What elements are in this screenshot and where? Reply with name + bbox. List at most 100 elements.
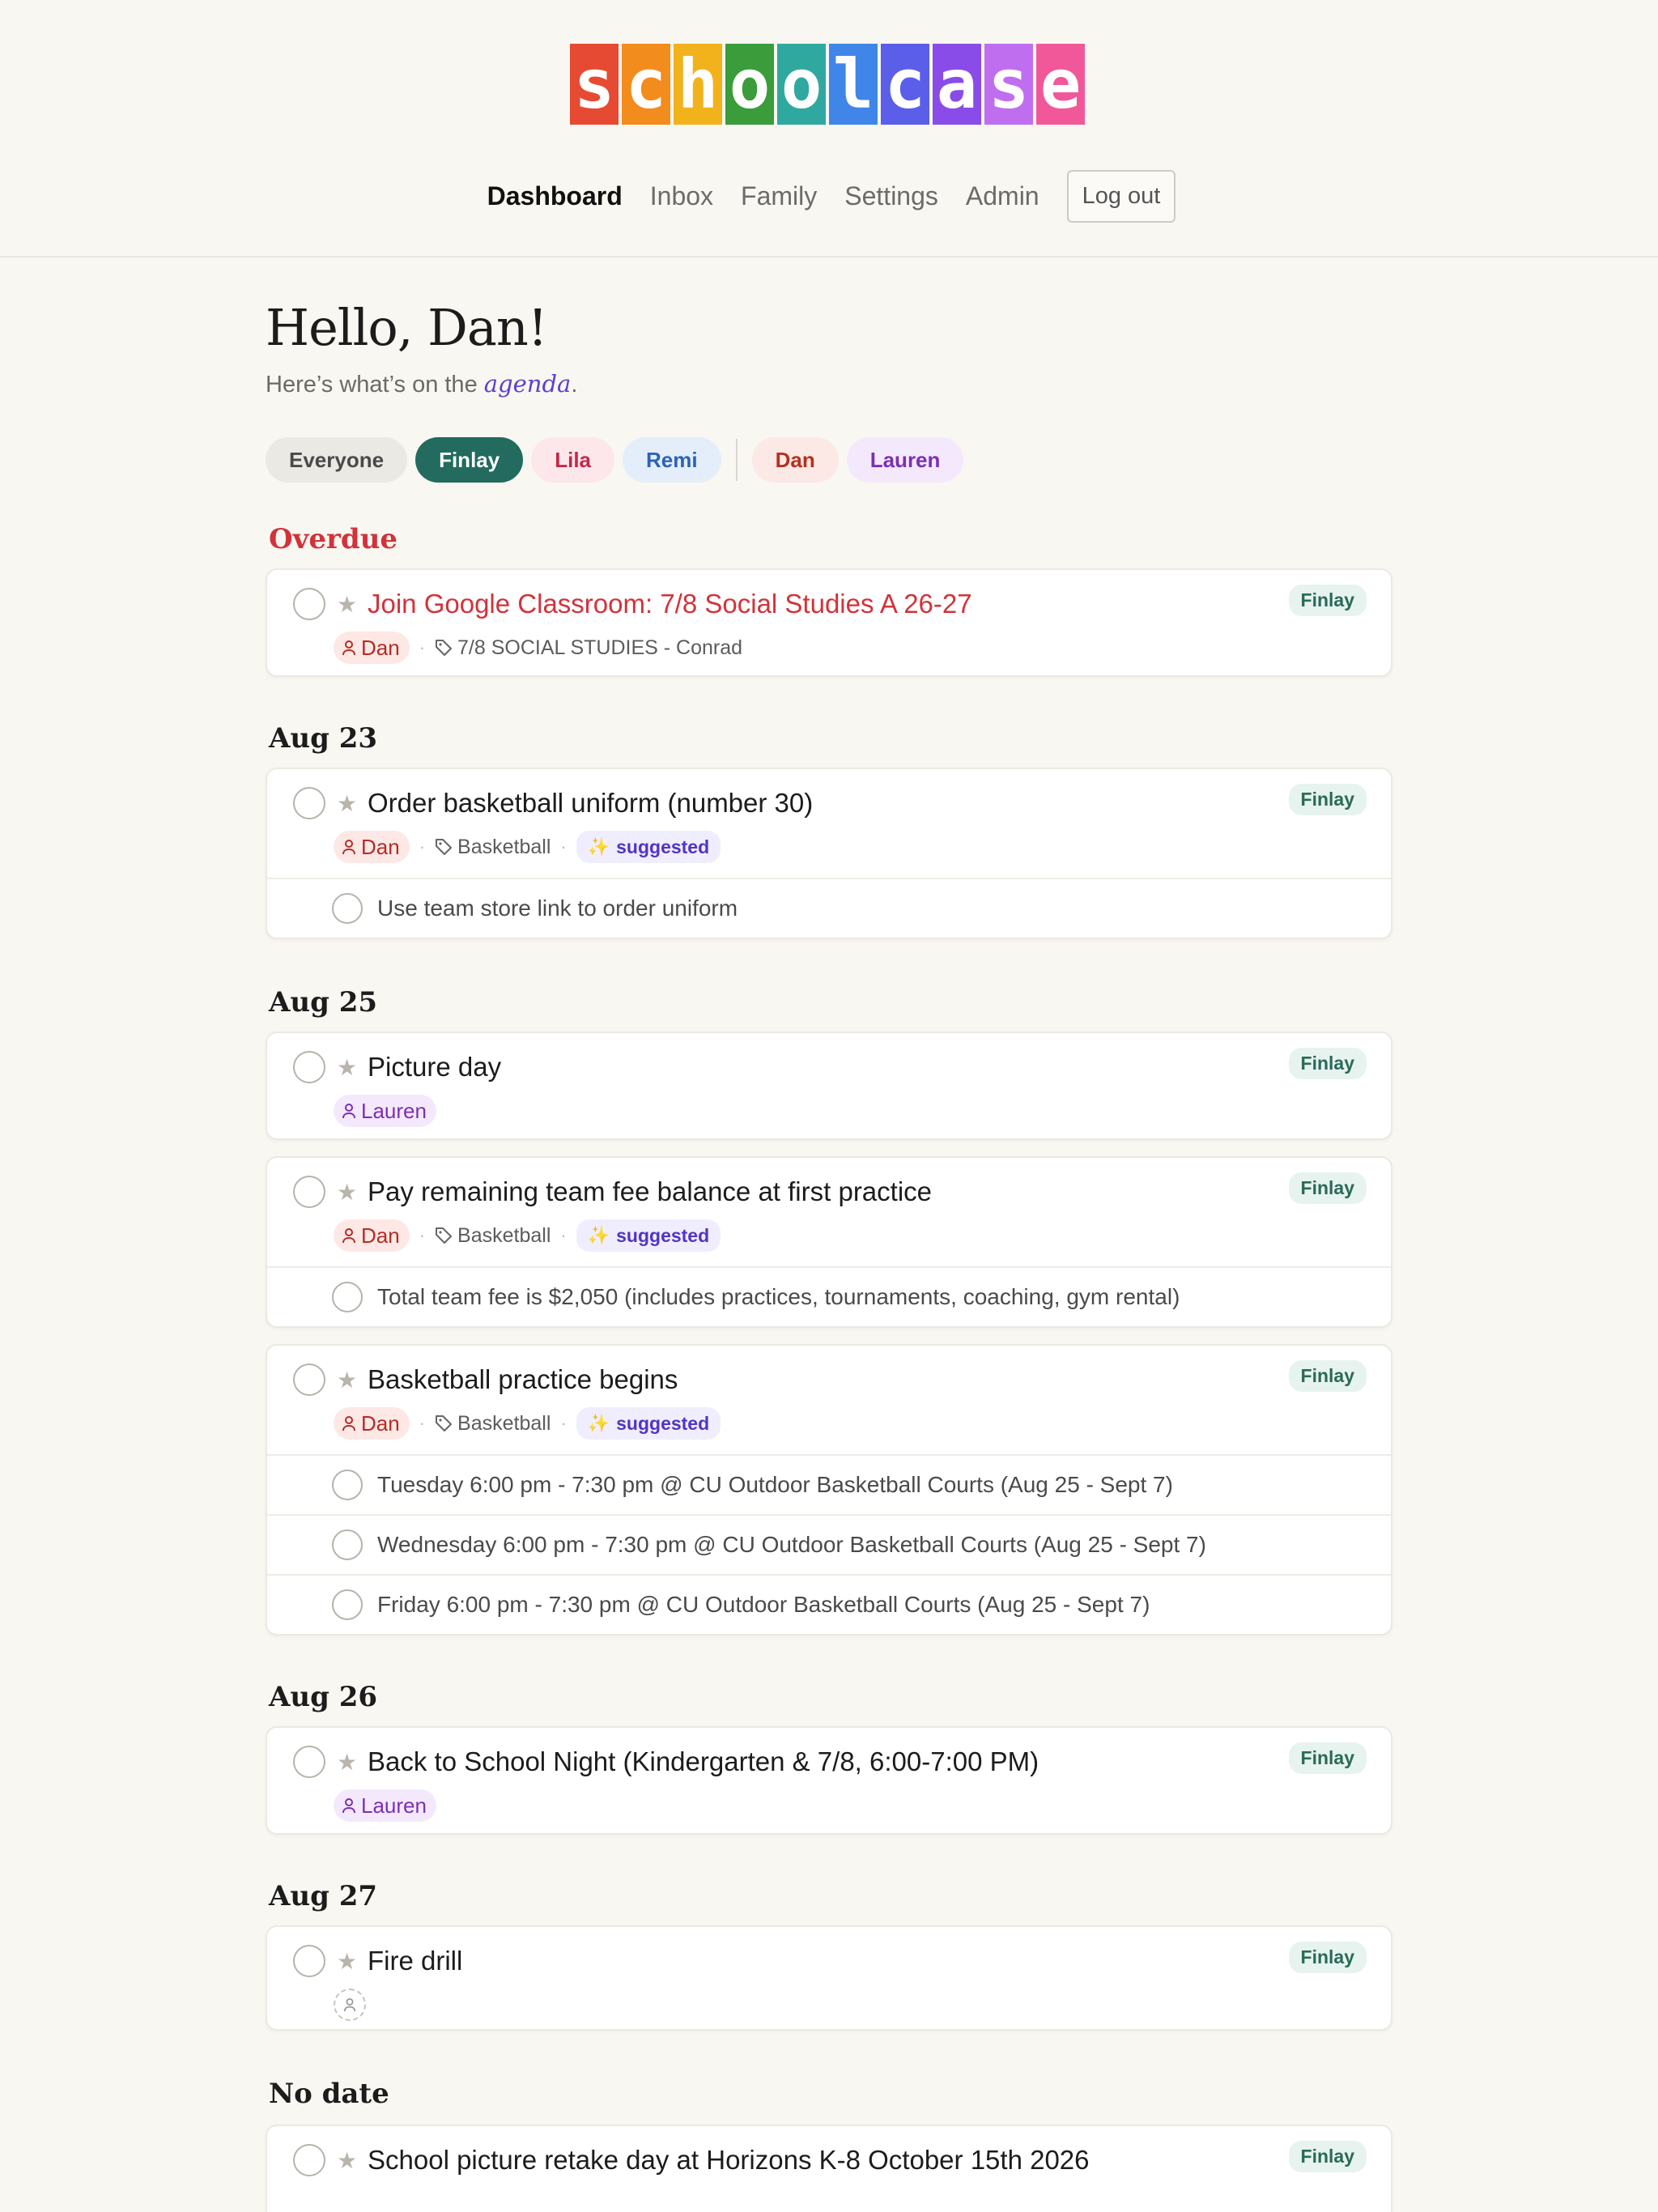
kid-badge: Finlay	[1288, 1172, 1367, 1204]
subtask-text[interactable]: Tuesday 6:00 pm - 7:30 pm @ CU Outdoor B…	[377, 1472, 1173, 1498]
subtask-checkbox[interactable]	[332, 1589, 363, 1620]
task-row: ★ Order basketball uniform (number 30)	[267, 784, 1391, 823]
meta-separator: ·	[419, 1413, 426, 1433]
subtask-checkbox[interactable]	[332, 1470, 363, 1500]
star-icon[interactable]: ★	[337, 591, 358, 618]
assignee-chip[interactable]: Lauren	[334, 1789, 436, 1822]
task-meta	[334, 1987, 1391, 2023]
task-title[interactable]: Back to School Night (Kindergarten & 7/8…	[368, 1746, 1039, 1777]
complete-checkbox[interactable]	[293, 1746, 325, 1778]
star-icon[interactable]: ★	[337, 1367, 358, 1393]
task-title[interactable]: Fire drill	[368, 1946, 462, 1976]
subtask-text[interactable]: Use team store link to order uniform	[377, 895, 738, 921]
star-icon[interactable]: ★	[337, 1179, 358, 1206]
complete-checkbox[interactable]	[293, 787, 325, 819]
nav-family[interactable]: Family	[741, 181, 817, 211]
suggested-label: suggested	[616, 1412, 710, 1434]
task-meta: Dan · Basketball · ✨ suggested	[334, 1406, 1391, 1441]
complete-checkbox[interactable]	[293, 1051, 325, 1083]
kid-badge: Finlay	[1288, 1048, 1367, 1079]
section-overdue: Overdue	[269, 523, 398, 555]
star-icon[interactable]: ★	[337, 790, 358, 817]
assignee-chip[interactable]: Dan	[334, 831, 410, 863]
subtask-checkbox[interactable]	[332, 1529, 363, 1560]
subtask-text[interactable]: Wednesday 6:00 pm - 7:30 pm @ CU Outdoor…	[377, 1532, 1206, 1558]
person-icon	[342, 840, 355, 855]
subtask-text[interactable]: Friday 6:00 pm - 7:30 pm @ CU Outdoor Ba…	[377, 1592, 1150, 1618]
task-card: ★ Order basketball uniform (number 30) F…	[266, 768, 1392, 939]
subtask-checkbox[interactable]	[332, 893, 363, 924]
filter-lauren[interactable]: Lauren	[846, 437, 964, 483]
kid-badge: Finlay	[1288, 784, 1367, 815]
assignee-name: Dan	[361, 1410, 400, 1436]
category-tag[interactable]: 7/8 SOCIAL STUDIES - Conrad	[435, 636, 742, 660]
task-row: ★ School picture retake day at Horizons …	[267, 2141, 1391, 2180]
logo-letter-tile: h	[674, 44, 722, 125]
person-icon	[343, 1998, 356, 2012]
complete-checkbox[interactable]	[293, 2144, 325, 2176]
category-tag[interactable]: Basketball	[435, 1412, 551, 1436]
greeting-subline: Here’s what’s on the agenda.	[266, 370, 1392, 398]
subtask-item: Tuesday 6:00 pm - 7:30 pm @ CU Outdoor B…	[267, 1454, 1391, 1514]
complete-checkbox[interactable]	[293, 1176, 325, 1208]
section-aug-25: Aug 25	[269, 986, 378, 1019]
assignee-name: Dan	[361, 1223, 400, 1248]
star-icon[interactable]: ★	[337, 1948, 358, 1975]
star-icon[interactable]: ★	[337, 1749, 358, 1776]
meta-separator: ·	[560, 836, 567, 857]
kid-badge: Finlay	[1288, 1742, 1367, 1774]
filter-remi[interactable]: Remi	[623, 437, 721, 483]
task-head: ★ School picture retake day at Horizons …	[267, 2126, 1391, 2180]
tag-icon	[436, 1415, 453, 1431]
star-icon[interactable]: ★	[337, 1054, 358, 1081]
logout-button[interactable]: Log out	[1066, 170, 1176, 223]
assign-person-button[interactable]	[334, 1989, 366, 2021]
logo-letter-tile: s	[984, 44, 1033, 125]
filter-finlay[interactable]: Finlay	[415, 437, 524, 483]
task-head: ★ Back to School Night (Kindergarten & 7…	[267, 1728, 1391, 1823]
nav-inbox[interactable]: Inbox	[650, 181, 713, 211]
complete-checkbox[interactable]	[293, 588, 325, 620]
complete-checkbox[interactable]	[293, 1945, 325, 1977]
tag-icon	[436, 1227, 453, 1244]
star-icon[interactable]: ★	[337, 2147, 358, 2174]
filter-everyone[interactable]: Everyone	[266, 437, 408, 483]
subtask-list: Use team store link to order uniform	[267, 878, 1391, 938]
kid-badge: Finlay	[1288, 1942, 1367, 1973]
task-row: ★ Back to School Night (Kindergarten & 7…	[267, 1742, 1391, 1781]
main-nav: Dashboard Inbox Family Settings Admin Lo…	[0, 170, 1658, 223]
meta-separator: ·	[560, 1225, 567, 1245]
category-tag[interactable]: Basketball	[435, 836, 551, 859]
meta-separator: ·	[419, 1225, 426, 1245]
task-title[interactable]: Order basketball uniform (number 30)	[368, 788, 813, 819]
assignee-chip[interactable]: Dan	[334, 632, 410, 664]
logo-letter-tile: o	[725, 44, 774, 125]
assignee-chip[interactable]: Lauren	[334, 1095, 436, 1127]
category-tag[interactable]: Basketball	[435, 1224, 551, 1248]
filter-divider	[735, 439, 738, 481]
nav-admin[interactable]: Admin	[966, 181, 1039, 211]
subtask-text[interactable]: Total team fee is $2,050 (includes pract…	[377, 1284, 1180, 1310]
task-title[interactable]: Basketball practice begins	[368, 1364, 678, 1395]
nav-settings[interactable]: Settings	[844, 181, 938, 211]
subtask-item: Friday 6:00 pm - 7:30 pm @ CU Outdoor Ba…	[267, 1574, 1391, 1634]
logo-letter-tile: c	[622, 44, 670, 125]
subtask-list: Total team fee is $2,050 (includes pract…	[267, 1266, 1391, 1326]
schoolcase-logo[interactable]: schoolcase	[570, 44, 1085, 125]
assignee-chip[interactable]: Dan	[334, 1407, 410, 1440]
subtask-checkbox[interactable]	[332, 1282, 363, 1312]
complete-checkbox[interactable]	[293, 1363, 325, 1396]
filter-lila[interactable]: Lila	[531, 437, 615, 483]
task-meta: Dan · Basketball · ✨ suggested	[334, 829, 1391, 865]
assignee-chip[interactable]: Dan	[334, 1219, 410, 1252]
task-title[interactable]: School picture retake day at Horizons K-…	[368, 2145, 1090, 2176]
nav-dashboard[interactable]: Dashboard	[487, 181, 623, 211]
task-title[interactable]: Pay remaining team fee balance at first …	[368, 1176, 932, 1207]
subtask-item: Total team fee is $2,050 (includes pract…	[267, 1266, 1391, 1326]
filter-dan[interactable]: Dan	[751, 437, 839, 483]
task-title[interactable]: Join Google Classroom: 7/8 Social Studie…	[368, 589, 972, 619]
task-card: ★ School picture retake day at Horizons …	[266, 2125, 1392, 2212]
task-title[interactable]: Picture day	[368, 1052, 501, 1083]
task-row: ★ Pay remaining team fee balance at firs…	[267, 1172, 1391, 1211]
meta-separator: ·	[560, 1413, 567, 1433]
